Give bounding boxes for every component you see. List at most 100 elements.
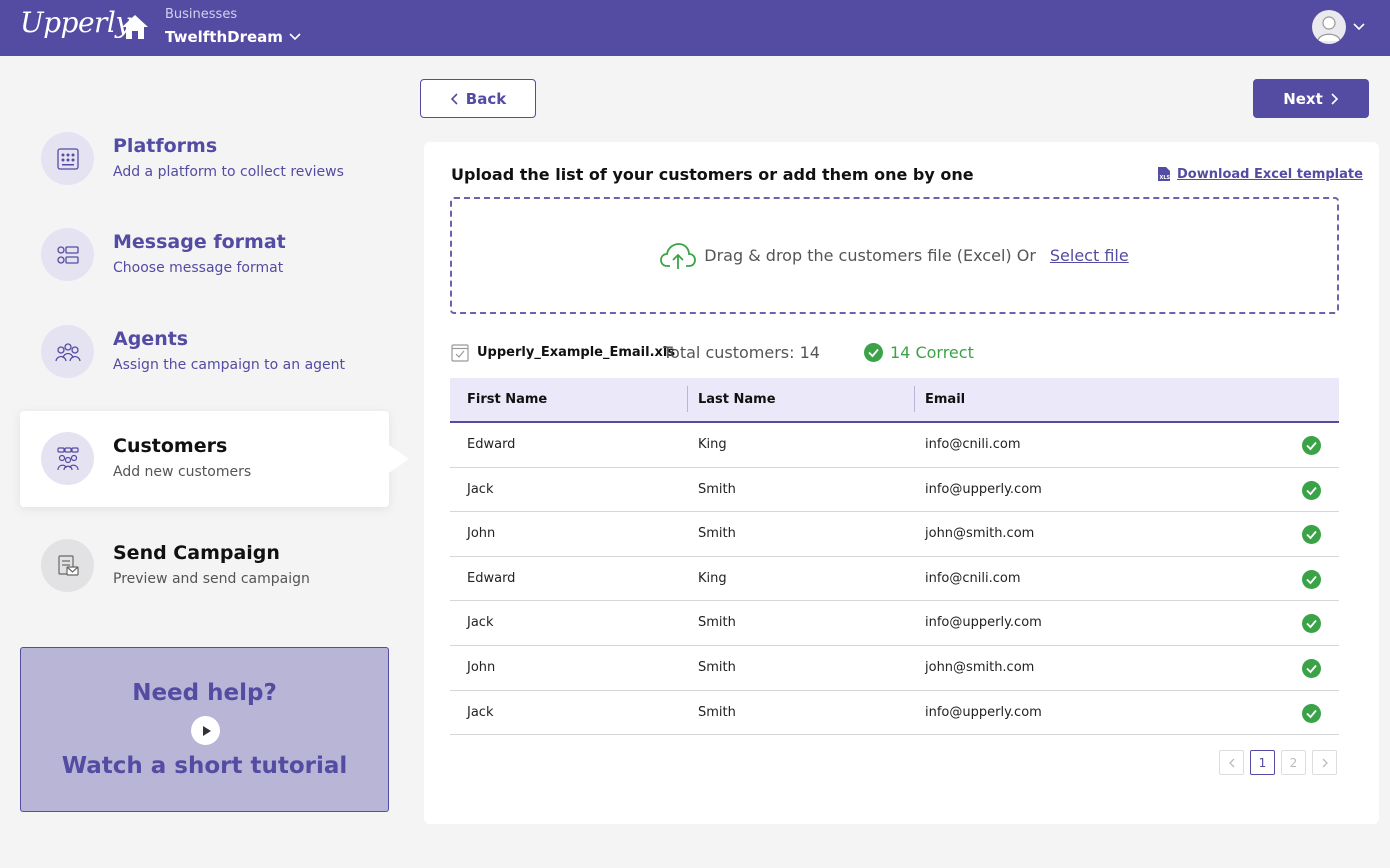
prev-page-button[interactable] <box>1219 750 1244 775</box>
file-check-icon <box>451 344 469 362</box>
home-icon[interactable] <box>121 14 149 40</box>
table-header: First Name Last Name Email <box>450 378 1339 423</box>
cell-first-name: John <box>467 526 496 542</box>
top-bar: Upperly Businesses TwelfthDream <box>0 0 1390 56</box>
upload-panel: Upload the list of your customers or add… <box>424 142 1379 824</box>
avatar[interactable] <box>1312 10 1346 44</box>
help-subtitle: Watch a short tutorial <box>61 753 348 779</box>
check-circle-icon <box>1302 480 1321 500</box>
table-row[interactable]: Edward King info@cnili.com <box>450 557 1339 602</box>
dropzone-text: Drag & drop the customers file (Excel) O… <box>704 246 1036 265</box>
agents-icon <box>41 325 94 378</box>
next-page-button[interactable] <box>1312 750 1337 775</box>
cell-email: info@upperly.com <box>925 704 1042 720</box>
step-subtitle: Choose message format <box>113 260 284 276</box>
upload-title: Upload the list of your customers or add… <box>451 165 974 184</box>
chevron-right-icon <box>1322 758 1328 767</box>
upperly-logo[interactable]: Upperly <box>20 6 131 39</box>
file-dropzone[interactable]: Drag & drop the customers file (Excel) O… <box>450 197 1339 314</box>
cell-last-name: Smith <box>698 526 736 542</box>
table-body: Edward King info@cnili.com Jack Smith info@up… <box>450 423 1339 736</box>
step-title: Send Campaign <box>113 542 280 564</box>
download-template-label: Download Excel template <box>1177 166 1363 182</box>
cell-email: info@upperly.com <box>925 481 1042 497</box>
step-platforms[interactable]: Platforms Add a platform to collect revi… <box>20 111 389 207</box>
step-subtitle: Assign the campaign to an agent <box>113 357 346 373</box>
send-campaign-icon <box>41 539 94 592</box>
check-circle-icon <box>1302 436 1321 455</box>
cell-email: john@smith.com <box>925 659 1035 675</box>
table-row[interactable]: John Smith john@smith.com <box>450 646 1339 691</box>
customers-table: First Name Last Name Email Edward King inf… <box>450 378 1339 736</box>
column-header-first-name: First Name <box>467 392 548 407</box>
customers-icon <box>41 432 94 485</box>
cell-email: info@cnili.com <box>925 570 1021 586</box>
cell-first-name: Jack <box>467 481 494 497</box>
message-format-icon <box>41 228 94 281</box>
step-customers[interactable]: Customers Add new customers <box>20 411 409 507</box>
play-icon[interactable] <box>191 716 220 745</box>
cell-first-name: Edward <box>467 570 516 586</box>
download-template-link[interactable]: XLS Download Excel template <box>1157 166 1363 182</box>
user-icon <box>1317 16 1341 42</box>
step-agents[interactable]: Agents Assign the campaign to an agent <box>20 304 389 400</box>
column-divider <box>914 386 915 412</box>
table-row[interactable]: Edward King info@cnili.com <box>450 423 1339 468</box>
table-row[interactable]: John Smith john@smith.com <box>450 512 1339 557</box>
step-subtitle: Add new customers <box>113 464 252 480</box>
total-customers: Total customers: 14 <box>663 343 820 362</box>
column-divider <box>687 386 688 412</box>
column-header-email: Email <box>925 392 966 407</box>
correct-count: 14 Correct <box>864 343 974 362</box>
chevron-down-icon <box>289 33 301 41</box>
help-tutorial-card[interactable]: Need help? Watch a short tutorial <box>20 647 389 812</box>
cell-first-name: John <box>467 659 496 675</box>
cell-last-name: King <box>698 437 727 452</box>
check-circle-icon <box>1302 658 1321 678</box>
svg-text:XLS: XLS <box>1160 175 1171 181</box>
platforms-icon <box>41 132 94 185</box>
cell-email: info@upperly.com <box>925 615 1042 631</box>
next-button[interactable]: Next <box>1253 79 1369 118</box>
table-row[interactable]: Jack Smith info@upperly.com <box>450 691 1339 736</box>
correct-count-label: 14 Correct <box>890 343 974 362</box>
chevron-left-icon <box>1228 758 1234 767</box>
page-button-1[interactable]: 1 <box>1250 750 1275 775</box>
page-button-2[interactable]: 2 <box>1281 750 1306 775</box>
chevron-right-icon <box>1331 92 1338 105</box>
step-title: Platforms <box>113 135 218 157</box>
cell-first-name: Jack <box>467 704 494 720</box>
back-button[interactable]: Back <box>420 79 536 118</box>
table-row[interactable]: Jack Smith info@upperly.com <box>450 601 1339 646</box>
cell-last-name: Smith <box>698 704 736 720</box>
uploaded-file-name: Upperly_Example_Email.xls <box>477 345 676 360</box>
cell-last-name: Smith <box>698 615 736 631</box>
step-send-campaign[interactable]: Send Campaign Preview and send campaign <box>20 518 389 614</box>
step-title: Message format <box>113 231 286 253</box>
cell-last-name: King <box>698 570 727 586</box>
check-circle-icon <box>1302 614 1321 634</box>
pagination: 1 2 <box>1219 750 1337 775</box>
cell-last-name: Smith <box>698 659 736 675</box>
excel-file-icon: XLS <box>1158 167 1171 181</box>
step-subtitle: Preview and send campaign <box>113 571 310 587</box>
step-title: Customers <box>113 435 228 457</box>
step-subtitle: Add a platform to collect reviews <box>113 164 344 180</box>
step-message-format[interactable]: Message format Choose message format <box>20 207 389 303</box>
back-label: Back <box>465 89 507 108</box>
cell-email: info@cnili.com <box>925 437 1021 452</box>
business-selector[interactable]: TwelfthDream <box>165 28 301 46</box>
cell-last-name: Smith <box>698 481 736 497</box>
table-row[interactable]: Jack Smith info@upperly.com <box>450 468 1339 513</box>
businesses-caption: Businesses <box>165 7 238 22</box>
select-file-link[interactable]: Select file <box>1050 246 1129 265</box>
file-summary: Upperly_Example_Email.xls Total customer… <box>451 342 1351 364</box>
check-circle-icon <box>1302 703 1321 723</box>
business-name: TwelfthDream <box>165 28 283 46</box>
check-circle-icon <box>1302 569 1321 589</box>
cell-first-name: Jack <box>467 615 494 631</box>
chevron-down-icon[interactable] <box>1352 20 1366 34</box>
cell-email: john@smith.com <box>925 526 1035 542</box>
cloud-upload-icon <box>660 242 697 269</box>
check-circle-icon <box>864 343 883 362</box>
